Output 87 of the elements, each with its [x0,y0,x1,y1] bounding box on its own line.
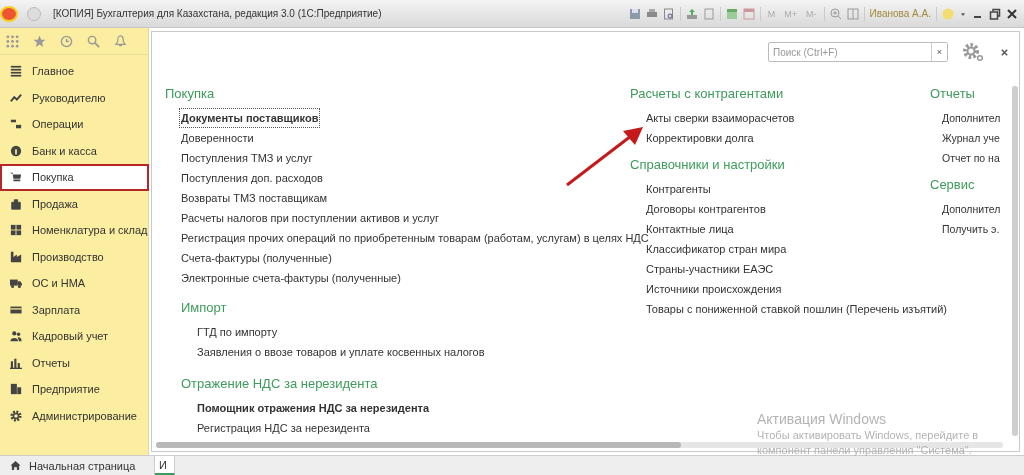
section-link[interactable]: Дополнител [940,108,1003,128]
debit-credit-icon [10,118,22,131]
section-link[interactable]: Источники происхождения [644,279,784,299]
section-heading: Импорт [181,300,228,316]
history-icon[interactable] [60,34,73,48]
section-link[interactable]: Электронные счета-фактуры (полученные) [179,268,403,288]
section-heading: Покупка [165,86,216,102]
panel-icon[interactable] [846,7,859,20]
section-heading: Справочники и настройки [630,157,786,173]
table-icon[interactable] [725,7,738,20]
window-title: [КОПИЯ] Бухгалтерия для Казахстана, редакция 3.0 (1С:Предприятие) [53,8,382,19]
sidebar-item[interactable]: Номенклатура и склад [0,217,148,244]
section-link[interactable]: Помощник отражения НДС за нерезидента [195,398,432,418]
print-icon[interactable] [645,7,658,20]
sidebar-item[interactable]: Главное [0,58,148,85]
sidebar-item[interactable]: ОС и НМА [0,270,148,297]
section-link[interactable]: Заявления о ввозе товаров и уплате косвенных налогов [195,342,487,362]
bell-icon[interactable] [114,34,127,48]
document-icon[interactable] [702,7,715,20]
sidebar-item[interactable]: Банк и касса [0,137,148,164]
home-icon [10,460,21,471]
cart-icon [10,171,22,184]
calendar-icon[interactable] [742,7,755,20]
star-icon[interactable] [33,34,46,48]
settings-icon[interactable] [962,42,984,62]
sidebar-item[interactable]: Покупка [0,164,149,191]
sidebar-item[interactable]: Отчеты [0,349,148,376]
section-link[interactable]: Возвраты ТМЗ поставщикам [179,188,330,208]
section-link[interactable]: Документы поставщиков [179,108,321,128]
zoom-icon[interactable] [829,7,842,20]
factory-icon [10,250,22,263]
section-link[interactable]: Отчет по на [940,148,1002,168]
restore-icon[interactable] [989,7,1001,20]
section-heading: Расчеты с контрагентами [630,86,785,102]
section-link[interactable]: Товары с пониженной ставкой пошлин (Перечень изъятий) [644,299,949,319]
building-icon [10,383,22,396]
section-heading: Сервис [930,177,976,193]
apps-grid-icon[interactable] [6,34,19,48]
app-logo-icon[interactable] [0,5,18,22]
section-link[interactable]: Корректировки долга [644,128,756,148]
search-icon[interactable] [87,34,100,48]
section-link[interactable]: Доверенности [179,128,256,148]
activation-title: Активация Windows [757,410,888,428]
section-link[interactable]: Страны-участники ЕАЭС [644,259,776,279]
section-link[interactable]: Поступления ТМЗ и услуг [179,148,315,168]
section-link[interactable]: Акты сверки взаиморасчетов [644,108,797,128]
sidebar-item[interactable]: Предприятие [0,376,148,403]
close-icon[interactable] [1000,47,1009,57]
section-link[interactable]: Контрагенты [644,179,713,199]
trend-icon [10,91,22,104]
activation-text: Чтобы активировать Windows, перейдите в компонент панели управления "Система". [757,428,980,458]
section-link[interactable]: Получить э. [940,219,1002,239]
sidebar-item[interactable]: Администрирование [0,402,148,429]
menu-dropdown-button[interactable] [27,6,41,21]
bar-chart-icon [10,356,22,369]
section-link[interactable]: ГТД по импорту [195,322,280,342]
section-link[interactable]: Дополнител [940,199,1003,219]
section-heading: Отчеты [930,86,976,102]
sidebar-item[interactable]: Руководителю [0,84,148,111]
people-icon [10,330,22,343]
sidebar-item[interactable]: Производство [0,243,148,270]
section-link[interactable]: Поступления доп. расходов [179,168,325,188]
upload-icon[interactable] [685,7,698,20]
sidebar-item[interactable]: Продажа [0,190,148,217]
close-icon[interactable] [1006,7,1018,20]
section-heading: Отражение НДС за нерезидента [181,376,379,392]
section-link[interactable]: Расчеты налогов при поступлении активов и услуг [179,208,441,228]
horizontal-scrollbar[interactable] [156,442,1003,448]
sidebar-item[interactable]: Кадровый учет [0,323,148,350]
section-link[interactable]: Журнал уче [940,128,1002,148]
list-icon [10,65,22,78]
settings-icon [10,409,22,422]
clear-button[interactable]: × [931,43,947,61]
section-link[interactable]: Счета-фактуры (полученные) [179,248,334,268]
section-link[interactable]: Договоры контрагентов [644,199,768,219]
grid-icon [10,224,22,237]
bag-icon [10,197,22,210]
preview-icon[interactable] [662,7,675,20]
section-link[interactable]: Регистрация НДС за нерезидента [195,418,372,438]
truck-icon [10,277,22,290]
sidebar-item[interactable]: Операции [0,111,148,138]
page-tab[interactable]: И [155,456,175,475]
coin-icon [10,144,22,157]
sidebar-item[interactable]: Зарплата [0,296,148,323]
vertical-scrollbar[interactable] [1012,86,1018,436]
search-field[interactable]: Поиск (Ctrl+F) × [768,42,948,62]
save-icon[interactable] [628,7,641,20]
